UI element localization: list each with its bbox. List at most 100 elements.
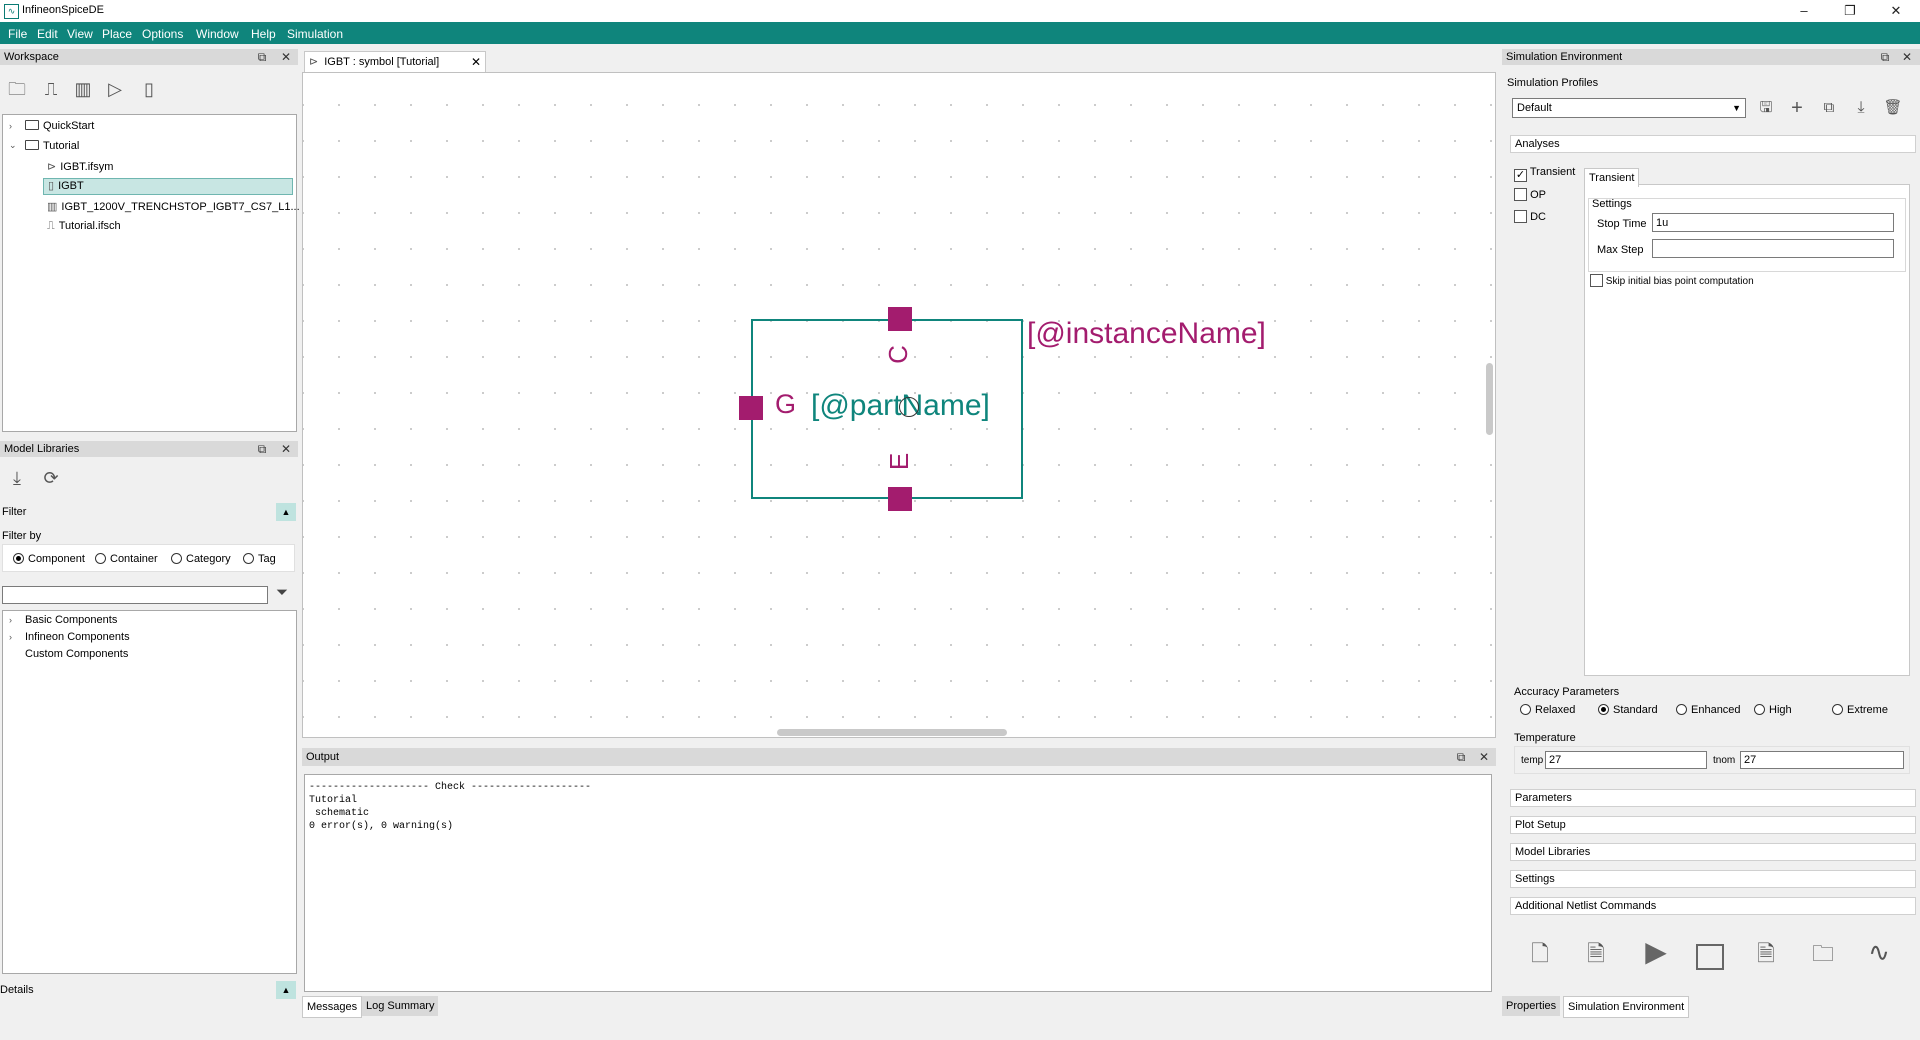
accuracy-high-radio[interactable]: High (1754, 704, 1792, 716)
analysis-dc[interactable]: DC (1514, 210, 1546, 223)
collapse-details-button[interactable]: ▲ (276, 981, 296, 999)
tab-transient[interactable]: Transient (1584, 168, 1640, 187)
tab-igbt-symbol[interactable]: ⊳ IGBT : symbol [Tutorial] ✕ (304, 51, 486, 73)
collapse-filter-button[interactable]: ▲ (276, 503, 296, 521)
filter-tag-radio[interactable]: Tag (243, 553, 276, 565)
vertical-scrollbar[interactable] (1486, 363, 1493, 435)
waveform-icon[interactable]: ∿ (1864, 939, 1894, 971)
refresh-icon[interactable]: ⟳ (40, 467, 62, 489)
filter-icon[interactable]: ⏷ (276, 584, 288, 601)
radio-indicator (1520, 704, 1531, 715)
add-profile-icon[interactable]: + (1786, 97, 1808, 119)
radio-indicator (1832, 704, 1843, 715)
profile-select[interactable]: Default ▼ (1512, 98, 1746, 118)
collapse-icon[interactable]: ⌄ (9, 140, 17, 151)
undock-icon[interactable]: ⧉ (255, 442, 269, 456)
analysis-op[interactable]: OP (1514, 188, 1546, 201)
open-folder-icon[interactable]: 🗀 (1808, 943, 1838, 971)
tnom-input[interactable] (1740, 751, 1904, 769)
close-icon[interactable]: ✕ (279, 442, 293, 456)
menu-view[interactable]: View (67, 27, 93, 41)
close-icon[interactable]: ✕ (1900, 50, 1914, 64)
tree-item-tutorial[interactable]: Tutorial (25, 140, 79, 152)
download-icon[interactable]: ⤓ (6, 467, 28, 489)
accuracy-standard-radio[interactable]: Standard (1598, 704, 1658, 716)
settings-section[interactable]: Settings (1510, 870, 1916, 888)
skip-bias-checkbox[interactable]: Skip initial bias point computation (1590, 274, 1754, 287)
checkbox (1514, 210, 1527, 223)
new-netlist-icon[interactable]: 🗋 (1526, 943, 1554, 971)
import-profile-icon[interactable]: ⤓ (1850, 97, 1872, 119)
menu-window[interactable]: Window (196, 27, 239, 41)
tree-item-quickstart[interactable]: QuickStart (25, 120, 94, 132)
plot-setup-section[interactable]: Plot Setup (1510, 816, 1916, 834)
filter-container-radio[interactable]: Container (95, 553, 158, 565)
temp-input[interactable] (1545, 751, 1707, 769)
component-icon[interactable]: ▯ (138, 78, 160, 100)
library-icon[interactable]: ▥ (72, 78, 94, 100)
load-results-icon[interactable]: 🗎 (1752, 943, 1780, 971)
menu-place[interactable]: Place (102, 27, 132, 41)
output-console[interactable]: -------------------- Check -------------… (304, 774, 1492, 992)
tree-item-igbt-ifsym[interactable]: ⊳ IGBT.ifsym (47, 160, 113, 173)
close-icon[interactable]: ✕ (279, 50, 293, 64)
accuracy-relaxed-radio[interactable]: Relaxed (1520, 704, 1575, 716)
delete-profile-icon[interactable]: 🗑 (1882, 97, 1904, 119)
library-search-input[interactable] (2, 586, 268, 604)
menu-simulation[interactable]: Simulation (287, 27, 343, 41)
tree-item-igbt-model[interactable]: ▥ IGBT_1200V_TRENCHSTOP_IGBT7_CS7_L1... (47, 200, 300, 213)
expand-icon[interactable]: › (9, 632, 12, 642)
accuracy-enhanced-radio[interactable]: Enhanced (1676, 704, 1741, 716)
close-icon[interactable]: ✕ (1477, 750, 1491, 764)
expand-icon[interactable]: › (9, 121, 12, 131)
save-profile-icon[interactable]: 🖫 (1755, 97, 1777, 119)
library-item-custom[interactable]: Custom Components (25, 648, 128, 660)
pin-collector[interactable] (888, 307, 912, 331)
restore-button[interactable]: ❐ (1832, 0, 1868, 22)
tab-simulation-environment[interactable]: Simulation Environment (1563, 996, 1690, 1018)
minimize-button[interactable]: – (1786, 0, 1822, 22)
analyses-section[interactable]: Analyses (1510, 135, 1916, 153)
horizontal-scrollbar[interactable] (777, 729, 1007, 736)
output-line: Tutorial (309, 795, 358, 806)
symbol-canvas[interactable]: G C E [@partName] [@instanceName] (302, 72, 1496, 738)
copy-profile-icon[interactable]: ⧉ (1818, 97, 1840, 119)
filter-by-label: Filter by (2, 530, 42, 542)
menu-edit[interactable]: Edit (37, 27, 58, 41)
filter-category-radio[interactable]: Category (171, 553, 231, 565)
menu-file[interactable]: File (8, 27, 27, 41)
undock-icon[interactable]: ⧉ (1878, 50, 1892, 64)
undock-icon[interactable]: ⧉ (255, 50, 269, 64)
stop-time-input[interactable] (1652, 213, 1894, 232)
close-tab-icon[interactable]: ✕ (471, 52, 481, 72)
pin-emitter[interactable] (888, 487, 912, 511)
run-simulation-icon[interactable]: ▶ (1640, 938, 1672, 973)
pin-gate[interactable] (739, 396, 763, 420)
tab-properties[interactable]: Properties (1502, 996, 1561, 1016)
instance-name-label[interactable]: [@instanceName] (1027, 317, 1266, 351)
parameters-section[interactable]: Parameters (1510, 789, 1916, 807)
additional-netlist-section[interactable]: Additional Netlist Commands (1510, 897, 1916, 915)
view-netlist-icon[interactable]: 🗎 (1582, 943, 1610, 971)
schematic-icon[interactable]: ⎍ (40, 78, 62, 100)
undock-icon[interactable]: ⧉ (1454, 750, 1468, 764)
filter-component-radio[interactable]: Component (13, 553, 85, 565)
tab-messages[interactable]: Messages (302, 996, 363, 1018)
folder-icon[interactable]: 🗀 (6, 78, 28, 100)
library-item-infineon[interactable]: Infineon Components (25, 631, 130, 643)
model-libraries-section[interactable]: Model Libraries (1510, 843, 1916, 861)
tree-item-tutorial-ifsch[interactable]: ⎍ Tutorial.ifsch (47, 220, 121, 233)
max-step-input[interactable] (1652, 239, 1894, 258)
close-window-button[interactable]: ✕ (1878, 0, 1914, 22)
menu-options[interactable]: Options (142, 27, 183, 41)
stop-simulation-icon[interactable] (1696, 944, 1724, 970)
analysis-transient[interactable]: ✓ Transient (1514, 166, 1575, 182)
expand-icon[interactable]: › (9, 615, 12, 625)
accuracy-extreme-radio[interactable]: Extreme (1832, 704, 1888, 716)
tree-item-igbt[interactable]: ▯ IGBT (43, 178, 293, 195)
menu-help[interactable]: Help (251, 27, 276, 41)
symbol-icon[interactable]: ▷ (104, 78, 126, 100)
library-item-basic[interactable]: Basic Components (25, 614, 117, 626)
tab-log-summary[interactable]: Log Summary (362, 996, 439, 1016)
editor-tabbar: ⊳ IGBT : symbol [Tutorial] ✕ (302, 49, 1496, 73)
